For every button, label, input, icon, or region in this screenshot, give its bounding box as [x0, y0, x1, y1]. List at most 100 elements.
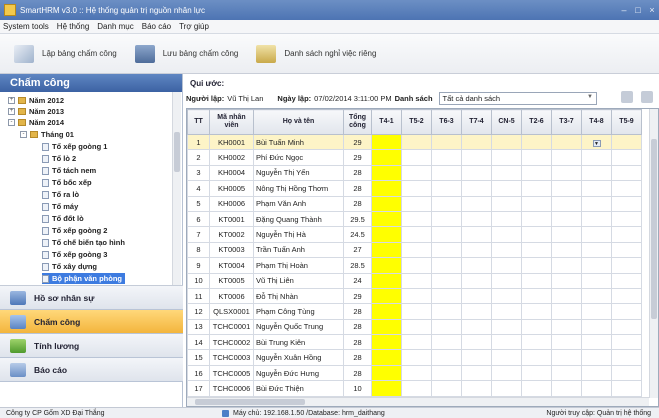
- day-cell[interactable]: [551, 380, 582, 397]
- column-header[interactable]: T4-8: [581, 109, 612, 135]
- day-cell[interactable]: [611, 210, 642, 228]
- leave-list-button[interactable]: Danh sách nghỉ việc riêng: [256, 44, 376, 63]
- day-cell[interactable]: [491, 149, 522, 166]
- scroll-thumb[interactable]: [174, 132, 180, 172]
- day-cell[interactable]: [401, 257, 432, 274]
- day-cell[interactable]: [551, 318, 582, 336]
- chevron-down-icon[interactable]: ▼: [592, 139, 601, 147]
- day-cell[interactable]: [401, 334, 432, 351]
- close-icon[interactable]: ×: [645, 5, 659, 15]
- day-cell[interactable]: [431, 164, 462, 182]
- day-cell[interactable]: [581, 226, 612, 243]
- day-cell[interactable]: [611, 303, 642, 320]
- day-cell[interactable]: [521, 364, 552, 382]
- day-cell[interactable]: [461, 149, 492, 166]
- day-cell[interactable]: [491, 241, 522, 259]
- table-row[interactable]: 1 KH0001 Bùi Tuấn Minh 29 ▼: [187, 133, 642, 151]
- day-cell[interactable]: [491, 164, 522, 182]
- day-cell[interactable]: [611, 195, 642, 212]
- tree-node-team[interactable]: Tổ máy: [42, 201, 78, 212]
- day-cell[interactable]: [611, 334, 642, 351]
- day-cell[interactable]: [401, 133, 432, 151]
- day-cell[interactable]: [521, 180, 552, 197]
- day-cell[interactable]: [521, 303, 552, 320]
- day-cell[interactable]: [611, 133, 642, 151]
- day-cell[interactable]: [371, 287, 402, 305]
- tree-node-team[interactable]: Tổ chế biến tạo hình: [42, 237, 125, 248]
- nav-tinh-luong[interactable]: Tính lương: [0, 334, 183, 358]
- day-cell[interactable]: [431, 180, 462, 197]
- column-header[interactable]: TT: [187, 109, 210, 135]
- tree-node-team[interactable]: Tổ xây dựng: [42, 261, 97, 272]
- tree-node-year[interactable]: + Năm 2013: [8, 106, 64, 117]
- day-cell[interactable]: [491, 380, 522, 397]
- day-cell[interactable]: [461, 210, 492, 228]
- day-cell[interactable]: [431, 226, 462, 243]
- day-cell[interactable]: [551, 149, 582, 166]
- day-cell[interactable]: [551, 272, 582, 289]
- day-cell[interactable]: [551, 210, 582, 228]
- day-cell[interactable]: [551, 303, 582, 320]
- day-cell[interactable]: [521, 149, 552, 166]
- day-cell[interactable]: [401, 303, 432, 320]
- day-cell[interactable]: [521, 241, 552, 259]
- day-cell[interactable]: [551, 349, 582, 366]
- day-cell[interactable]: [521, 349, 552, 366]
- day-cell[interactable]: [431, 210, 462, 228]
- day-cell[interactable]: [461, 287, 492, 305]
- day-cell[interactable]: [581, 349, 612, 366]
- day-cell[interactable]: [551, 334, 582, 351]
- day-cell[interactable]: [611, 164, 642, 182]
- tree-node-team[interactable]: Tổ ra lò: [42, 189, 79, 200]
- day-cell[interactable]: [611, 364, 642, 382]
- day-cell[interactable]: [461, 241, 492, 259]
- day-cell[interactable]: [491, 287, 522, 305]
- table-row[interactable]: 7 KT0002 Nguyễn Thị Hà 24.5: [187, 226, 642, 243]
- day-cell[interactable]: [371, 164, 402, 182]
- day-cell[interactable]: [431, 257, 462, 274]
- day-cell[interactable]: [521, 334, 552, 351]
- day-cell[interactable]: [491, 180, 522, 197]
- collapse-icon[interactable]: -: [20, 131, 27, 138]
- save-timesheet-button[interactable]: Lưu bảng chấm công: [134, 44, 238, 63]
- tree-node-team[interactable]: Tổ lò 2: [42, 153, 76, 164]
- day-cell[interactable]: [431, 349, 462, 366]
- collapse-icon[interactable]: -: [8, 119, 15, 126]
- day-cell[interactable]: [551, 195, 582, 212]
- day-cell[interactable]: [371, 195, 402, 212]
- day-cell[interactable]: [581, 272, 612, 289]
- nav-bao-cao[interactable]: Báo cáo: [0, 358, 183, 382]
- day-cell[interactable]: ▼: [581, 133, 612, 151]
- table-row[interactable]: 5 KH0006 Phạm Văn Anh 28: [187, 195, 642, 212]
- day-cell[interactable]: [491, 318, 522, 336]
- day-cell[interactable]: [371, 349, 402, 366]
- day-cell[interactable]: [521, 318, 552, 336]
- table-row[interactable]: 10 KT0005 Vũ Thị Liên 24: [187, 272, 642, 289]
- column-header[interactable]: Tổng công: [343, 109, 372, 135]
- day-cell[interactable]: [431, 364, 462, 382]
- day-cell[interactable]: [611, 318, 642, 336]
- grid-scrollbar[interactable]: [649, 109, 658, 398]
- day-cell[interactable]: [551, 364, 582, 382]
- tree-node-year[interactable]: + Năm 2012: [8, 95, 64, 106]
- chevron-down-icon[interactable]: ▼: [586, 94, 595, 103]
- day-cell[interactable]: [611, 380, 642, 397]
- day-cell[interactable]: [401, 241, 432, 259]
- column-header[interactable]: T4-1: [371, 109, 402, 135]
- day-cell[interactable]: [431, 241, 462, 259]
- day-cell[interactable]: [371, 303, 402, 320]
- day-cell[interactable]: [551, 241, 582, 259]
- day-cell[interactable]: [491, 133, 522, 151]
- table-row[interactable]: 13 TCHC0001 Nguyễn Quốc Trung 28: [187, 318, 642, 336]
- table-row[interactable]: 4 KH0005 Nông Thị Hồng Thơm 28: [187, 180, 642, 197]
- day-cell[interactable]: [401, 149, 432, 166]
- day-cell[interactable]: [521, 210, 552, 228]
- tree-node-team[interactable]: Tổ xếp goòng 3: [42, 249, 107, 260]
- day-cell[interactable]: [581, 241, 612, 259]
- day-cell[interactable]: [521, 287, 552, 305]
- table-row[interactable]: 12 QLSX0001 Phạm Công Tùng 28: [187, 303, 642, 320]
- table-row[interactable]: 11 KT0006 Đỗ Thị Nhàn 29: [187, 287, 642, 305]
- day-cell[interactable]: [431, 380, 462, 397]
- day-cell[interactable]: [461, 380, 492, 397]
- day-cell[interactable]: [371, 180, 402, 197]
